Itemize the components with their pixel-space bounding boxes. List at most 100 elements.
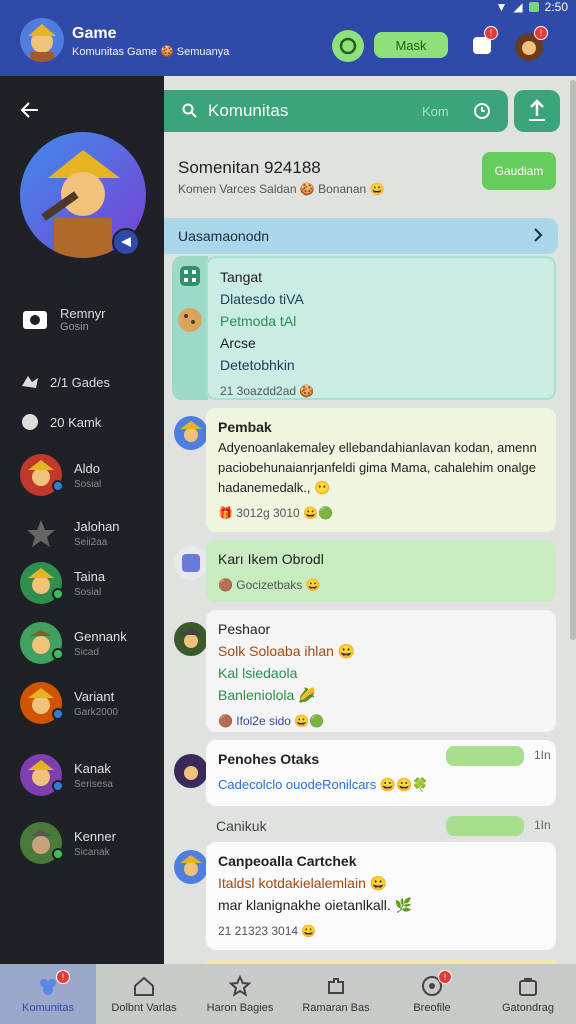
message-line: Detetobhkin [220, 357, 295, 373]
search-bar[interactable]: Kom [164, 90, 508, 132]
friend-status: Sosial [74, 478, 102, 490]
join-button[interactable]: Gaudiam [482, 152, 556, 190]
chevron-right-icon [534, 228, 543, 242]
message-card[interactable]: Pembak Adyenoanlakemaley ellebandahianla… [206, 408, 556, 532]
app-header: ▼ ◢ 2:50 Game Komunitas Game 🍪 Semuanya … [0, 0, 576, 76]
friend-name: Jalohan [74, 518, 120, 534]
notifications-button[interactable]: ! [470, 26, 498, 60]
friend-item[interactable]: Kenner Sicanak [20, 818, 160, 868]
sidebar-item-kamk[interactable]: 20 Kamk [20, 412, 101, 432]
friend-item[interactable]: Variant Gark2000 [20, 678, 160, 728]
grid-icon [180, 266, 200, 286]
nav-label: Komunitas [22, 1002, 74, 1014]
search-hint: Kom [422, 103, 449, 119]
message-footer: 🟤 Gocizetbaks 😀 [218, 578, 321, 592]
message-line: Banleniolola 🌽 [218, 687, 316, 703]
message-card[interactable]: Peshaor Solk Soloaba ihlan 😀 Kal lsiedao… [206, 610, 556, 732]
online-indicator [52, 708, 64, 720]
message-line: Solk Soloaba ihlan 😀 [218, 643, 356, 659]
friend-item[interactable]: Jalohan Seii2aa [20, 508, 160, 558]
sidebar-item-camera[interactable]: Remnyr Gosin [20, 304, 106, 334]
profile-badge: ! [534, 26, 548, 40]
friend-name: Taina [74, 568, 106, 584]
status-bar: ▼ ◢ 2:50 [496, 0, 568, 14]
friend-item[interactable]: Aldo Sosial [20, 450, 160, 500]
friend-name: Gennank [74, 628, 127, 644]
message-footer: Cadecolclo ouodeRonilcars 😀😀🍀 [218, 777, 429, 792]
divider-label: Canikuk [216, 818, 267, 834]
nav-label: Haron Bagies [206, 1002, 274, 1014]
game-button[interactable] [332, 30, 364, 62]
friend-item[interactable]: Kanak Serisesa [20, 750, 160, 800]
time-indicator [446, 816, 524, 836]
message-card[interactable]: Tangat Dlatesdo tiVA Petmoda tAl Arcse D… [206, 256, 556, 400]
scrollbar[interactable] [570, 80, 576, 640]
search-input[interactable] [208, 101, 418, 121]
author-avatar[interactable] [174, 754, 208, 788]
friend-name: Kanak [74, 760, 111, 776]
message-author: Pembak [218, 419, 272, 435]
nav-komunitas[interactable]: ! Komunitas [0, 964, 96, 1024]
app-avatar[interactable] [20, 18, 64, 62]
notification-badge: ! [484, 26, 498, 40]
message-footer: 21 3oazdd2ad 🍪 [220, 384, 315, 398]
message-line: mar klanignakhe oietanlkall. 🌿 [218, 897, 413, 913]
author-avatar[interactable] [174, 416, 208, 450]
sidebar-item-label: Remnyr [60, 305, 106, 321]
friend-status: Seii2aa [74, 536, 108, 548]
game-icon [339, 37, 357, 55]
friend-status: Sosial [74, 586, 102, 598]
sidebar: Remnyr Gosin 2/1 Gades 20 Kamk Aldo Sosia… [0, 76, 164, 964]
nav-badge: ! [56, 970, 70, 984]
mask-button[interactable]: Mask [374, 32, 448, 58]
author-avatar[interactable] [174, 850, 208, 884]
nav-badge: ! [438, 970, 452, 984]
nav-favorites[interactable]: Haron Bagies [192, 964, 288, 1024]
online-indicator [52, 848, 64, 860]
upload-button[interactable] [514, 90, 560, 132]
star-icon [228, 974, 252, 997]
message-line: Tangat [220, 269, 263, 285]
author-avatar[interactable] [174, 546, 208, 580]
upload-icon [529, 99, 545, 121]
friend-item[interactable]: Gennank Sicad [20, 618, 160, 668]
friend-name: Variant [74, 688, 115, 704]
time-indicator [446, 746, 524, 766]
controller-icon [22, 376, 38, 388]
online-indicator [52, 588, 64, 600]
nav-home[interactable]: Dolbnt Varlas [96, 964, 192, 1024]
message-card[interactable]: Karı Ikem Obrodl 🟤 Gocizetbaks 😀 [206, 540, 556, 602]
message-author: Karı Ikem Obrodl [218, 551, 324, 567]
friend-status: Sicad [74, 646, 100, 658]
back-arrow-icon[interactable] [18, 98, 42, 122]
friend-item[interactable]: Taina Sosial [20, 558, 160, 608]
message-footer: 21 21323 3014 😀 [218, 924, 317, 938]
nav-profile[interactable]: ! Breofile [384, 964, 480, 1024]
clock-icon[interactable] [473, 102, 491, 120]
online-indicator [52, 648, 64, 660]
group-title: Somenitan 924188 [178, 158, 321, 177]
divider-time: 1In [534, 818, 551, 832]
message-line: Arcse [220, 335, 256, 351]
main-content: Kom Somenitan 924188 Komen Varces Saldan… [164, 76, 576, 964]
message-line: Petmoda tAl [220, 313, 297, 329]
message-card[interactable]: Canpeoalla Cartchek Italdsl kotdakielale… [206, 842, 556, 950]
nav-games[interactable]: Ramaran Bas [288, 964, 384, 1024]
cookie-icon [178, 308, 202, 332]
camera-icon [23, 311, 47, 329]
message-text: Adyenoanlakemaley ellebandahianlavan kod… [218, 440, 537, 495]
online-indicator [52, 780, 64, 792]
nav-settings[interactable]: Gatondrag [480, 964, 576, 1024]
friend-status: Sicanak [74, 846, 110, 858]
friend-name: Aldo [74, 460, 101, 476]
section-header[interactable]: Uasamaonodn [164, 218, 558, 254]
message-author: Canpeoalla Cartchek [218, 853, 357, 869]
search-icon [182, 103, 197, 118]
message-time: 1In [534, 748, 551, 762]
battery-icon [528, 2, 539, 12]
sidebar-item-games[interactable]: 2/1 Gades [20, 372, 110, 392]
profile-button[interactable]: ! [514, 26, 548, 61]
nav-label: Gatondrag [502, 1002, 554, 1014]
chat-icon [22, 414, 38, 430]
author-avatar[interactable] [174, 622, 208, 656]
